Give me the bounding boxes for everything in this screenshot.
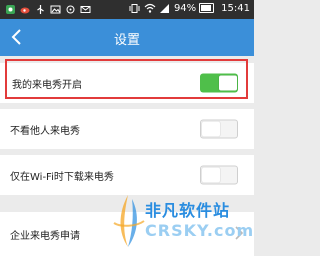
location-icon [64, 3, 76, 15]
setting-label: 我的来电秀开启 [12, 79, 82, 91]
status-bar: 94% 15:41 [0, 0, 254, 19]
battery-icon [199, 3, 215, 13]
image-icon [49, 3, 61, 15]
setting-row-my-caller-show[interactable]: 我的来电秀开启 [0, 63, 254, 103]
setting-label: 不看他人来电秀 [10, 125, 80, 137]
caller-show-toggle[interactable] [200, 73, 238, 93]
notification-icons [4, 3, 91, 15]
wifi-only-toggle[interactable] [200, 165, 238, 185]
toggle-knob [202, 167, 220, 183]
setting-label: 企业来电秀申请 [10, 230, 80, 242]
toggle-knob [202, 121, 220, 137]
watermark-domain: CRSKY.com [145, 221, 255, 240]
app-icon [4, 3, 16, 15]
title-bar: 设置 [0, 19, 254, 56]
setting-row-hide-others[interactable]: 不看他人来电秀 [0, 109, 254, 149]
toggle-knob [219, 75, 237, 91]
watermark: 非凡软件站 CRSKY.com [110, 185, 255, 255]
vibrate-icon [129, 2, 141, 14]
wifi-icon [144, 2, 156, 14]
weibo-icon [19, 3, 31, 15]
battery-percent: 94% [173, 2, 197, 14]
signal-icon [159, 2, 171, 14]
hide-others-toggle[interactable] [200, 119, 238, 139]
crsky-logo-icon [113, 195, 145, 247]
clock: 15:41 [221, 2, 250, 14]
watermark-title: 非凡软件站 [145, 201, 231, 220]
mail-icon [79, 3, 91, 15]
page-title: 设置 [113, 33, 140, 48]
setting-label: 仅在Wi-Fi时下载来电秀 [10, 171, 114, 183]
usb-icon [34, 3, 46, 15]
system-icons: 94% 15:41 [129, 2, 250, 14]
